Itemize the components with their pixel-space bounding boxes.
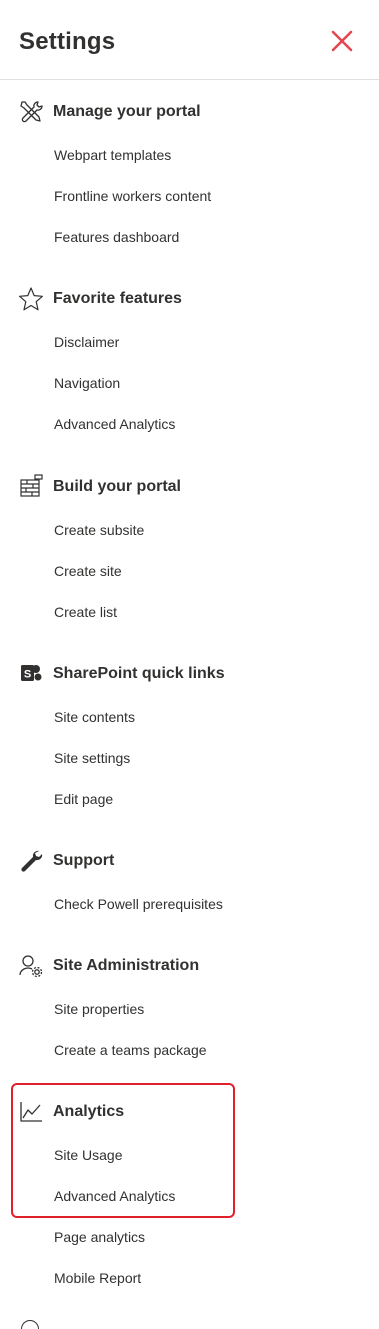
menu-item-webpart-templates[interactable]: Webpart templates bbox=[54, 147, 171, 163]
section-title: Support bbox=[53, 852, 115, 869]
section-title: SharePoint quick links bbox=[53, 665, 225, 682]
menu-item-create-site[interactable]: Create site bbox=[54, 563, 122, 579]
menu-item-features-dashboard[interactable]: Features dashboard bbox=[54, 229, 179, 245]
section-sharepoint-quick-links: S SharePoint quick links Site contents S… bbox=[0, 661, 379, 807]
svg-text:S: S bbox=[24, 669, 31, 681]
tools-icon bbox=[17, 99, 45, 125]
section-header-support: Support bbox=[0, 848, 379, 874]
close-icon[interactable] bbox=[329, 28, 355, 54]
next-section-icon bbox=[21, 1320, 39, 1329]
section-header-site-admin: Site Administration bbox=[0, 953, 379, 979]
menu-item-site-properties[interactable]: Site properties bbox=[54, 1001, 144, 1017]
section-header-sharepoint: S SharePoint quick links bbox=[0, 661, 379, 687]
section-title: Build your portal bbox=[53, 478, 181, 495]
build-icon bbox=[17, 474, 45, 500]
menu-item-site-contents[interactable]: Site contents bbox=[54, 709, 135, 725]
section-build-your-portal: Build your portal Create subsite Create … bbox=[0, 474, 379, 620]
section-support: Support Check Powell prerequisites bbox=[0, 848, 379, 912]
section-site-administration: Site Administration Site properties Crea… bbox=[0, 953, 379, 1058]
menu-item-create-subsite[interactable]: Create subsite bbox=[54, 522, 144, 538]
menu-item-check-powell-prerequisites[interactable]: Check Powell prerequisites bbox=[54, 896, 223, 912]
section-title: Manage your portal bbox=[53, 103, 201, 120]
panel-title: Settings bbox=[19, 28, 116, 55]
menu-item-advanced-analytics[interactable]: Advanced Analytics bbox=[54, 416, 175, 432]
wrench-icon bbox=[17, 848, 45, 874]
menu-item-edit-page[interactable]: Edit page bbox=[54, 791, 113, 807]
menu-item-frontline-workers-content[interactable]: Frontline workers content bbox=[54, 188, 211, 204]
section-header-manage: Manage your portal bbox=[0, 99, 379, 125]
section-manage-your-portal: Manage your portal Webpart templates Fro… bbox=[0, 99, 379, 245]
menu-item-create-list[interactable]: Create list bbox=[54, 604, 117, 620]
section-header-favorite: Favorite features bbox=[0, 286, 379, 312]
highlight-box bbox=[11, 1083, 235, 1218]
settings-header: Settings bbox=[0, 0, 379, 80]
user-settings-icon bbox=[17, 953, 45, 979]
section-title: Favorite features bbox=[53, 290, 182, 307]
section-title: Site Administration bbox=[53, 957, 200, 974]
menu-item-site-settings[interactable]: Site settings bbox=[54, 750, 130, 766]
star-icon bbox=[17, 286, 45, 312]
sharepoint-icon: S bbox=[17, 661, 45, 687]
menu-item-page-analytics[interactable]: Page analytics bbox=[54, 1229, 145, 1245]
section-favorite-features: Favorite features Disclaimer Navigation … bbox=[0, 286, 379, 432]
menu-item-disclaimer[interactable]: Disclaimer bbox=[54, 334, 119, 350]
menu-item-mobile-report[interactable]: Mobile Report bbox=[54, 1270, 141, 1286]
menu-item-create-a-teams-package[interactable]: Create a teams package bbox=[54, 1042, 207, 1058]
section-header-build: Build your portal bbox=[0, 474, 379, 500]
menu-item-navigation[interactable]: Navigation bbox=[54, 375, 120, 391]
